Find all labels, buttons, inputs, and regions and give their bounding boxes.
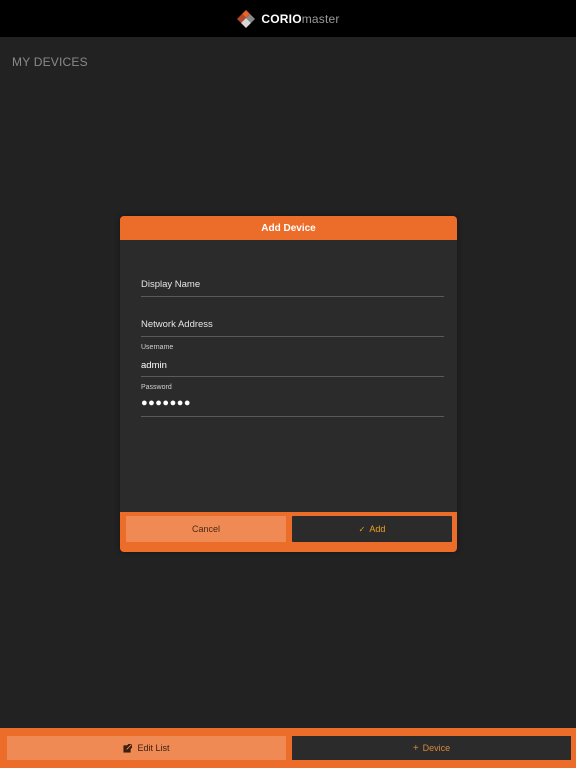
edit-list-button[interactable]: Edit List [7,736,286,760]
cancel-button[interactable]: Cancel [126,516,286,542]
plus-icon: + [412,742,419,754]
dialog-title: Add Device [120,216,457,240]
add-button[interactable]: ✓ Add [292,516,452,542]
cancel-button-label: Cancel [191,524,220,534]
logo-wordmark: CORIOmaster [261,13,339,25]
page-title: MY DEVICES [12,55,88,69]
username-field[interactable]: Username admin [141,343,444,377]
checkmark-icon: ✓ [358,524,366,534]
corio-diamond-logo-icon [236,9,256,29]
add-device-button[interactable]: + Device [292,736,571,760]
password-input[interactable]: ●●●●●●● [141,397,191,409]
password-field[interactable]: Password ●●●●●●● [141,383,444,417]
edit-list-label: Edit List [137,743,170,753]
display-name-field[interactable]: Display Name [141,273,444,297]
network-address-placeholder[interactable]: Network Address [141,319,213,330]
edit-pencil-icon [123,743,133,753]
app-header: CORIOmaster [0,0,576,37]
username-label: Username [141,344,174,351]
network-address-field[interactable]: Network Address [141,313,444,337]
display-name-placeholder[interactable]: Display Name [141,279,200,290]
add-button-label: Add [369,524,386,534]
logo-bold-text: CORIO [261,11,302,26]
logo-light-text: master [301,11,340,26]
username-input[interactable]: admin [141,360,167,371]
bottom-toolbar: Edit List + Device [0,728,576,768]
app-logo: CORIOmaster [236,9,339,29]
add-device-dialog: Add Device Display Name Network Address … [120,216,457,552]
password-label: Password [141,384,172,391]
dialog-footer: Cancel ✓ Add [120,512,457,552]
add-device-label: Device [422,743,451,753]
